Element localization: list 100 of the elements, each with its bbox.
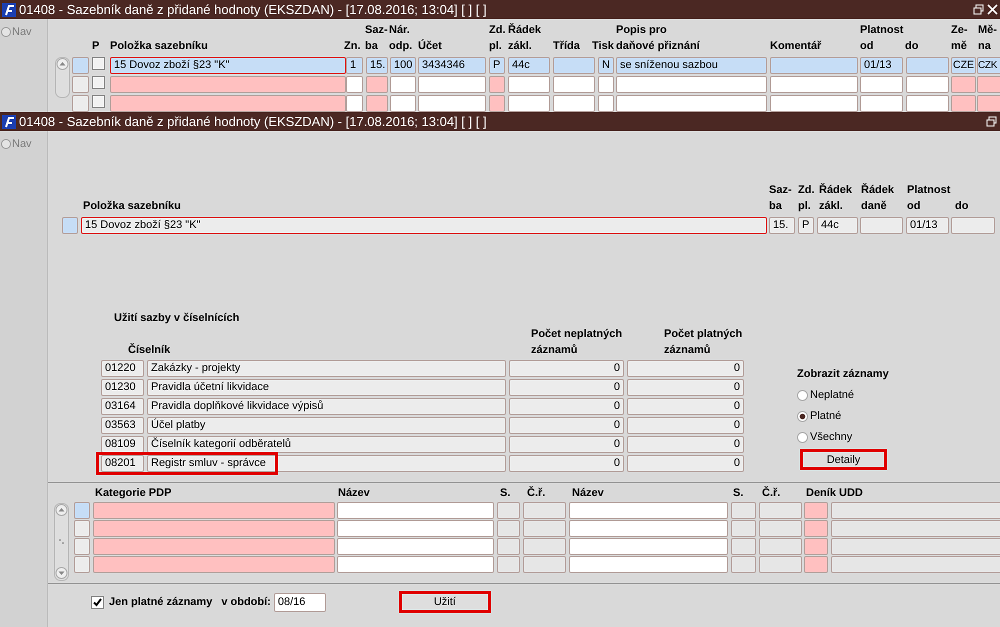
table-cell[interactable] <box>977 76 1000 93</box>
table-cell[interactable] <box>616 95 767 112</box>
checkbox[interactable] <box>92 57 105 70</box>
table-cell[interactable] <box>346 76 363 93</box>
table-cell[interactable] <box>337 556 494 573</box>
table-cell[interactable] <box>951 76 976 93</box>
table-cell[interactable] <box>860 76 903 93</box>
table-cell[interactable] <box>831 520 1000 537</box>
record-indicator[interactable] <box>74 556 90 573</box>
table-cell[interactable] <box>770 95 858 112</box>
table-cell[interactable] <box>366 76 388 93</box>
table-cell[interactable]: 100 <box>390 57 416 74</box>
record-indicator[interactable] <box>72 76 89 93</box>
table-cell[interactable] <box>731 538 756 555</box>
table-cell[interactable] <box>93 538 335 555</box>
table-cell[interactable] <box>418 76 486 93</box>
table-cell[interactable] <box>759 538 802 555</box>
table-cell[interactable] <box>569 520 728 537</box>
table-cell[interactable]: 1 <box>346 57 363 74</box>
table-cell[interactable] <box>860 95 903 112</box>
table-cell[interactable] <box>553 76 595 93</box>
details-button[interactable]: Detaily <box>800 449 887 470</box>
table-cell[interactable]: 3434346 <box>418 57 486 74</box>
restore-icon[interactable] <box>973 4 984 15</box>
table-cell[interactable]: P <box>489 57 505 74</box>
table-cell[interactable]: N <box>598 57 614 74</box>
checkbox[interactable] <box>92 76 105 89</box>
period-field[interactable]: 08/16 <box>274 592 326 612</box>
restore-icon[interactable] <box>986 116 997 127</box>
table-cell[interactable] <box>598 76 614 93</box>
checkbox-option[interactable]: Jen platné záznamy <box>91 594 212 610</box>
table-cell[interactable] <box>804 538 828 555</box>
table-cell[interactable] <box>366 95 388 112</box>
table-cell[interactable] <box>553 57 595 74</box>
table-cell[interactable]: CZK <box>977 57 1000 74</box>
table-cell[interactable] <box>337 520 494 537</box>
table-cell[interactable] <box>731 556 756 573</box>
table-cell[interactable] <box>831 556 1000 573</box>
table-cell[interactable] <box>497 520 520 537</box>
table-cell[interactable]: CZE <box>951 57 976 74</box>
record-indicator[interactable] <box>72 57 89 74</box>
table-cell[interactable] <box>337 538 494 555</box>
radio-option[interactable]: Všechny <box>797 427 889 448</box>
table-cell[interactable] <box>759 520 802 537</box>
table-cell[interactable] <box>731 502 756 519</box>
table-cell[interactable] <box>906 57 949 74</box>
record-indicator[interactable] <box>74 520 90 537</box>
table-cell[interactable] <box>93 502 335 519</box>
radio-option[interactable]: Platné <box>797 406 889 427</box>
usage-button[interactable]: Užití <box>398 591 491 613</box>
table-cell[interactable] <box>569 538 728 555</box>
table-cell[interactable] <box>831 538 1000 555</box>
table-cell[interactable]: 15 Dovoz zboží §23 "K" <box>110 57 346 74</box>
table-cell[interactable]: 44c <box>508 57 550 74</box>
table-cell[interactable] <box>93 520 335 537</box>
table-cell[interactable] <box>804 502 828 519</box>
table-cell[interactable] <box>906 76 949 93</box>
record-indicator[interactable] <box>72 95 89 112</box>
table-cell[interactable] <box>93 556 335 573</box>
table-cell[interactable] <box>804 520 828 537</box>
record-indicator[interactable] <box>74 502 90 519</box>
table-cell[interactable] <box>418 95 486 112</box>
table-cell[interactable]: se sníženou sazbou <box>616 57 767 74</box>
table-cell[interactable] <box>523 556 566 573</box>
table-cell[interactable] <box>489 76 505 93</box>
table-cell[interactable] <box>598 95 614 112</box>
table-cell[interactable] <box>110 95 346 112</box>
record-indicator[interactable] <box>62 217 78 234</box>
table-cell[interactable] <box>569 502 728 519</box>
table-cell[interactable] <box>497 556 520 573</box>
table-cell[interactable] <box>804 556 828 573</box>
table-cell[interactable] <box>553 95 595 112</box>
table-cell[interactable] <box>770 76 858 93</box>
table-cell[interactable] <box>951 95 976 112</box>
table-cell[interactable]: 01/13 <box>860 57 903 74</box>
table-cell[interactable] <box>390 76 416 93</box>
table-cell[interactable] <box>569 556 728 573</box>
table-cell[interactable] <box>523 538 566 555</box>
table-cell[interactable] <box>977 95 1000 112</box>
table-cell[interactable] <box>346 95 363 112</box>
table-cell[interactable] <box>390 95 416 112</box>
checkbox[interactable] <box>92 95 105 108</box>
table-cell[interactable] <box>616 76 767 93</box>
table-cell[interactable] <box>489 95 505 112</box>
checkbox[interactable] <box>91 596 104 608</box>
table-cell[interactable] <box>759 556 802 573</box>
table-cell[interactable] <box>523 502 566 519</box>
table-cell[interactable] <box>731 520 756 537</box>
table-cell[interactable] <box>508 76 550 93</box>
table-cell[interactable] <box>110 76 346 93</box>
table-cell[interactable]: 15. <box>366 57 388 74</box>
table-cell[interactable] <box>759 502 802 519</box>
table-cell[interactable] <box>497 502 520 519</box>
table-cell[interactable] <box>770 57 858 74</box>
table-cell[interactable] <box>523 520 566 537</box>
table-cell[interactable] <box>906 95 949 112</box>
table-cell[interactable] <box>497 538 520 555</box>
table-cell[interactable] <box>831 502 1000 519</box>
table-cell[interactable] <box>337 502 494 519</box>
table-cell[interactable] <box>508 95 550 112</box>
